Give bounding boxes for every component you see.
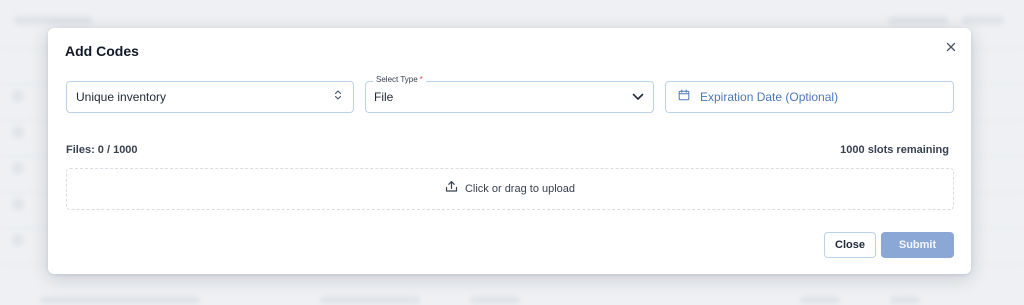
upload-icon [445,180,458,198]
required-mark: * [419,75,423,84]
calendar-icon [678,88,690,106]
type-select[interactable]: Select Type * File [365,74,654,113]
type-label-text: Select Type [376,75,418,84]
bg-text [470,296,520,304]
slots-remaining: 1000 slots remaining [840,144,949,156]
chevron-down-icon [632,88,644,106]
bg-icon [12,198,24,210]
add-codes-dialog: Add Codes Unique inventory Select Type * … [48,28,971,274]
type-select-value: File [374,90,394,104]
files-count: Files: 0 / 1000 [66,144,138,156]
inventory-select-value: Unique inventory [76,90,167,104]
bg-text [800,296,840,304]
expiration-date-field[interactable]: Expiration Date (Optional) [665,81,954,113]
bg-icon [12,90,24,102]
bg-action [888,16,948,25]
bg-icon [12,126,24,138]
close-icon[interactable] [943,39,959,55]
bg-text [890,296,920,304]
bg-action [962,16,1004,25]
close-button[interactable]: Close [824,232,876,258]
bg-heading [14,16,92,25]
unfold-icon [333,88,343,106]
bg-icon [12,162,24,174]
bg-icon [12,234,24,246]
dropzone-label: Click or drag to upload [464,183,576,195]
upload-dropzone[interactable]: Click or drag to upload [66,168,954,210]
expiration-date-placeholder: Expiration Date (Optional) [700,90,839,104]
type-select-label: Select Type * [373,74,426,86]
dialog-title: Add Codes [65,43,139,59]
submit-button[interactable]: Submit [881,232,954,258]
inventory-select[interactable]: Unique inventory [66,81,354,113]
bg-text [40,296,200,304]
bg-text [320,296,420,304]
